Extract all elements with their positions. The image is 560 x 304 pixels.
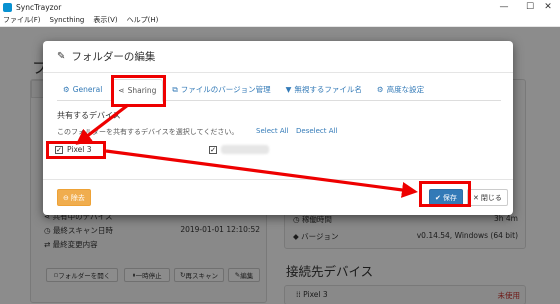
select-all-link[interactable]: Select All (256, 127, 289, 135)
menu-view[interactable]: 表示(V) (93, 15, 117, 25)
annotation-save-button (419, 181, 471, 207)
gear-icon: ⚙ (63, 85, 70, 94)
menubar: ファイル(F) Syncthing 表示(V) ヘルプ(H) (0, 14, 560, 27)
dialog-header: ✎ フォルダーの編集 (43, 41, 513, 73)
tab-advanced[interactable]: ⚙ 高度な設定 (371, 79, 430, 101)
annotation-pixel3-checkbox (46, 141, 106, 159)
menu-help[interactable]: ヘルプ(H) (127, 15, 159, 25)
device-checkbox[interactable]: ✓ (209, 145, 217, 154)
redacted-device-name (221, 145, 269, 154)
deselect-all-link[interactable]: Deselect All (296, 127, 337, 135)
annotation-sharing-tab (111, 75, 166, 107)
pencil-icon: ✎ (57, 51, 66, 62)
menu-file[interactable]: ファイル(F) (3, 15, 41, 25)
synctrayzor-app-icon (3, 2, 12, 12)
sharing-description: このフォルダーを共有するデバイスを選択してください。 (57, 128, 239, 136)
dialog-title: フォルダーの編集 (71, 51, 156, 63)
window-titlebar: SyncTrayzor (0, 0, 560, 14)
minus-circle-icon: ⊖ (63, 193, 69, 202)
close-icon: ✕ (473, 193, 479, 202)
filter-icon: ▼ (285, 85, 292, 94)
tab-ignore-patterns[interactable]: ▼ 無視するファイル名 (280, 79, 368, 101)
copy-icon: ⧉ (172, 84, 178, 94)
tab-file-versioning[interactable]: ⧉ ファイルのバージョン管理 (166, 79, 276, 101)
close-button[interactable]: ✕ 閉じる (467, 189, 508, 206)
close-window-button[interactable]: ✕ (534, 0, 560, 14)
remove-button[interactable]: ⊖ 除去 (57, 189, 91, 206)
cogs-icon: ⚙ (376, 85, 384, 94)
device-checkbox-row-redacted[interactable]: ✓ (209, 145, 269, 154)
shared-devices-heading: 共有するデバイス (57, 111, 121, 120)
minimize-button[interactable]: — (490, 0, 518, 14)
window-title: SyncTrayzor (16, 2, 62, 12)
tab-general[interactable]: ⚙ General (57, 79, 108, 101)
menu-syncthing[interactable]: Syncthing (50, 16, 85, 24)
